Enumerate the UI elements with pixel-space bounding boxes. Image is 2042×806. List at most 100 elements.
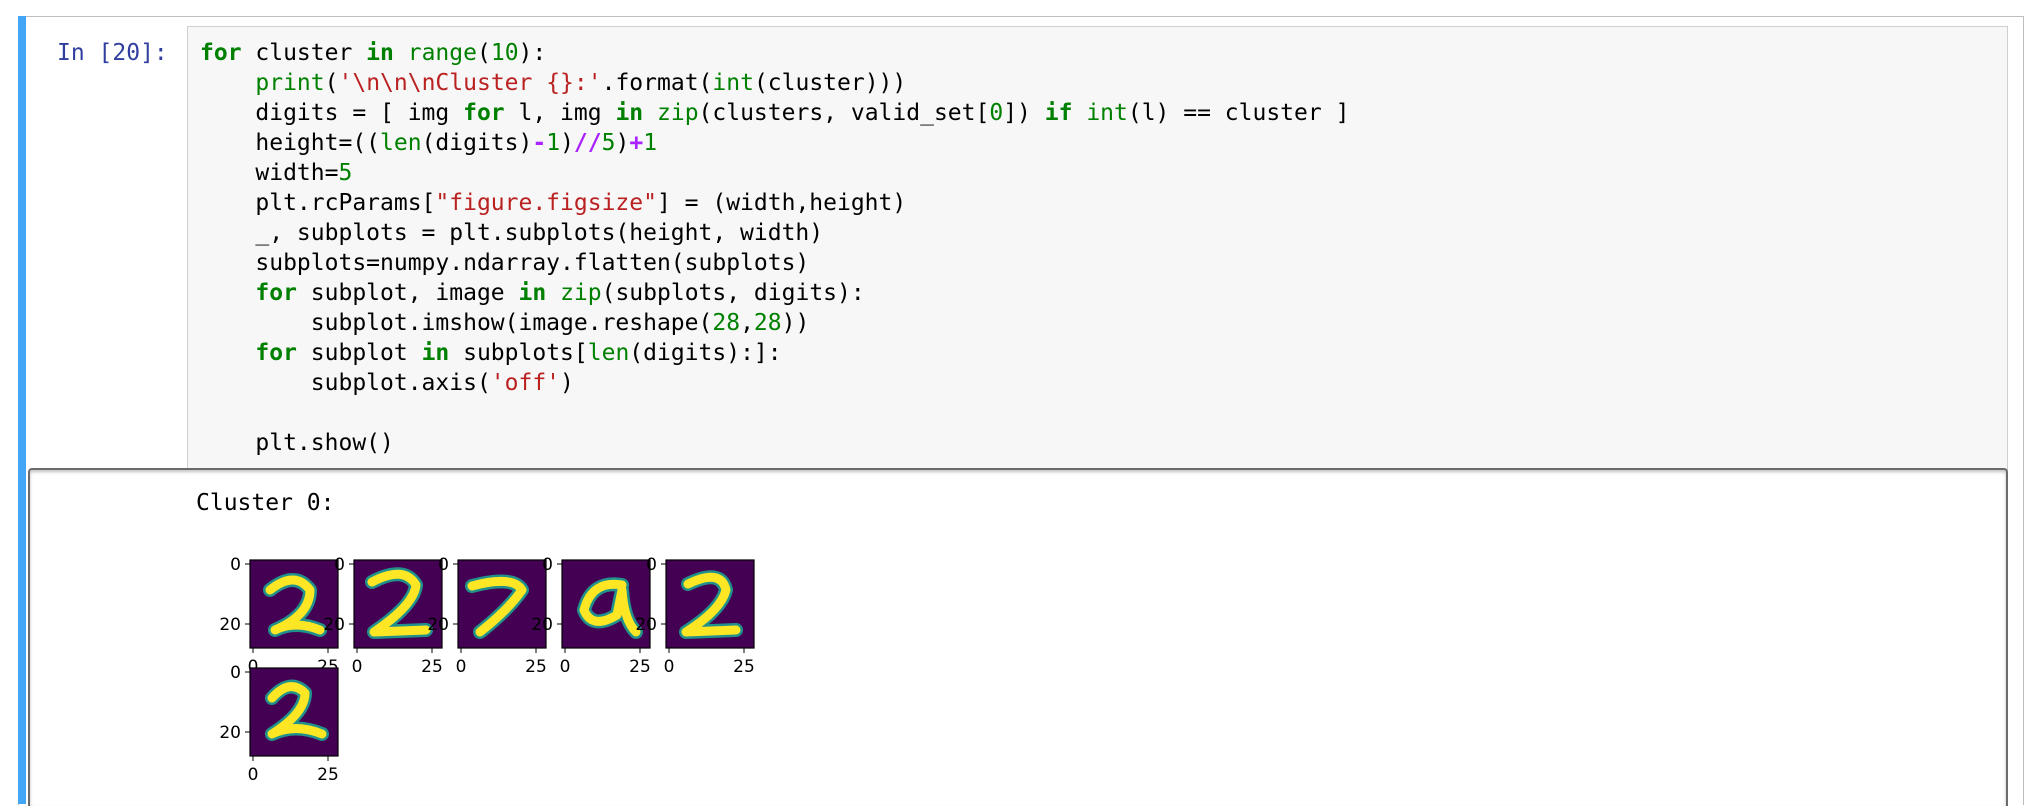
y-tick-label: 20	[635, 615, 657, 635]
code-token: height=((	[200, 130, 381, 156]
x-tick-label: 0	[248, 765, 259, 785]
code-token: 1	[546, 130, 561, 156]
code-token: 'off'	[490, 370, 561, 396]
output-text: Cluster 0:	[196, 490, 335, 516]
code-token: subplots[	[449, 340, 588, 366]
code-line: for cluster in range(10):	[200, 38, 1349, 68]
code-token: (digits)	[421, 130, 533, 156]
code-token: (l) == cluster ]	[1127, 100, 1350, 126]
subplot-grid: 0200 250200 250200 250200 250200 250200 25	[219, 555, 754, 785]
code-token: print	[255, 70, 325, 96]
code-line: for subplot, image in zip(subplots, digi…	[200, 278, 1349, 308]
code-token: for	[463, 100, 505, 126]
code-token: 5	[601, 130, 616, 156]
code-token: .format(	[601, 70, 713, 96]
code-line: subplot.imshow(image.reshape(28,28))	[200, 308, 1349, 338]
code-token: plt.show()	[200, 430, 394, 456]
code-token: subplot.imshow(image.reshape(	[200, 310, 713, 336]
code-token: ] = (width,height)	[656, 190, 907, 216]
code-token: digits = [ img	[200, 100, 464, 126]
code-line: width=5	[200, 158, 1349, 188]
code-token: ,	[740, 310, 754, 336]
code-token: in	[366, 40, 394, 66]
code-token: ))	[781, 310, 810, 336]
y-tick-label: 20	[323, 615, 345, 635]
code-token: 1	[643, 130, 658, 156]
code-token: int	[1086, 100, 1128, 126]
y-tick-label: 0	[230, 555, 241, 575]
y-tick-label: 0	[646, 555, 657, 575]
subplot-1: 0 20 0 25	[323, 555, 442, 677]
code-token: for	[200, 40, 242, 66]
code-token: _, subplots = plt.subplots(height, width…	[200, 220, 824, 246]
x-tick-label: 25	[317, 765, 339, 785]
x-tick-label: 25	[421, 657, 443, 677]
subplot-3: 0 20 0 25	[531, 555, 650, 677]
code-token: if	[1044, 100, 1073, 126]
code-token: 0	[989, 100, 1004, 126]
code-token: zip	[657, 100, 699, 126]
code-line: print('\n\n\nCluster {}:'.format(int(clu…	[200, 68, 1349, 98]
code-token: 28	[712, 310, 741, 336]
x-tick-label: 25	[733, 657, 755, 677]
code-line: subplots=numpy.ndarray.flatten(subplots)	[200, 248, 1349, 278]
code-token: in	[615, 100, 644, 126]
code-token: for	[255, 280, 297, 306]
code-line: _, subplots = plt.subplots(height, width…	[200, 218, 1349, 248]
code-text[interactable]: for cluster in range(10): print('\n\n\nC…	[200, 38, 1349, 458]
code-token: int	[712, 70, 754, 96]
code-token: (clusters, valid_set[	[698, 100, 990, 126]
code-token: )	[560, 370, 574, 396]
y-tick-label: 0	[230, 663, 241, 683]
code-line: digits = [ img for l, img in zip(cluster…	[200, 98, 1349, 128]
code-token: '\n\n\nCluster {}:'	[338, 70, 602, 96]
code-token: (	[476, 40, 491, 66]
code-token: subplots=numpy.ndarray.flatten(subplots)	[200, 250, 810, 276]
y-tick-label: 0	[334, 555, 345, 575]
code-token: len	[380, 130, 422, 156]
code-line: height=((len(digits)-1)//5)+1	[200, 128, 1349, 158]
x-tick-label: 0	[664, 657, 675, 677]
code-token: in	[421, 340, 450, 366]
y-tick-label: 20	[219, 615, 241, 635]
code-token: 5	[338, 160, 353, 186]
subplot-5: 0 20 0 25	[219, 663, 338, 785]
code-token: plt.rcParams[	[200, 190, 436, 216]
subplot-4: 0 20 0 25	[635, 555, 754, 677]
code-token: )	[615, 130, 630, 156]
code-line: subplot.axis('off')	[200, 368, 1349, 398]
y-tick-label: 20	[219, 723, 241, 743]
code-token: subplot, image	[296, 280, 519, 306]
code-token: subplot.axis(	[200, 370, 491, 396]
x-tick-label: 0	[560, 657, 571, 677]
code-token: -	[532, 130, 547, 156]
x-tick-label: 25	[525, 657, 547, 677]
code-token: (subplots, digits):	[601, 280, 865, 306]
code-token: in	[518, 280, 547, 306]
code-token: cluster	[241, 40, 367, 66]
code-token: (cluster)))	[753, 70, 907, 96]
code-line: plt.show()	[200, 428, 1349, 458]
code-token: (	[324, 70, 339, 96]
cell-selection-bar	[18, 16, 26, 804]
code-token: (digits):]:	[629, 340, 782, 366]
code-token: range	[407, 40, 477, 66]
code-token: +	[629, 130, 644, 156]
code-token: ])	[1003, 100, 1045, 126]
code-token: subplot	[296, 340, 422, 366]
code-token: l, img	[504, 100, 616, 126]
code-token: ):	[518, 40, 547, 66]
code-token: 28	[753, 310, 782, 336]
subplot-0: 0200 25	[219, 555, 338, 677]
subplot-2: 0 20 0 25	[427, 555, 546, 677]
x-tick-label: 25	[629, 657, 651, 677]
input-prompt: In [20]:	[57, 40, 168, 66]
y-tick-label: 20	[531, 615, 553, 635]
